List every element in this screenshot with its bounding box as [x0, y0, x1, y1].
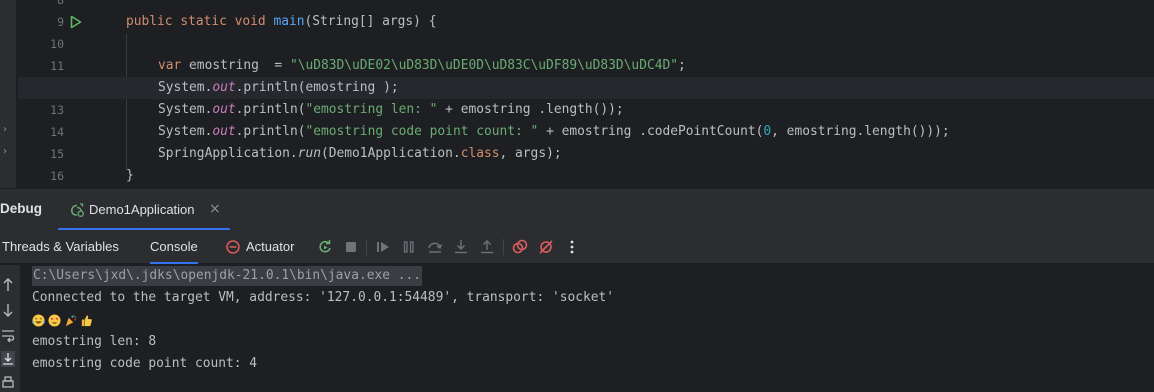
actuator-icon	[226, 240, 240, 254]
debug-tool-window-header: Debug Demo1Application ×	[0, 188, 1154, 231]
mute-breakpoints-icon[interactable]	[537, 238, 555, 256]
step-out-icon[interactable]	[478, 238, 496, 256]
heart-eyes-emoji-icon	[48, 313, 61, 327]
run-gutter-icon[interactable]	[70, 15, 82, 29]
code-line-16[interactable]: }	[126, 165, 134, 187]
toolbar-separator	[503, 239, 504, 255]
debug-toolbar: Threads & Variables Console Actuator	[0, 230, 1154, 264]
code-line-15[interactable]: SpringApplication.run(Demo1Application.c…	[158, 143, 562, 165]
stop-icon[interactable]	[342, 238, 360, 256]
scroll-to-end-icon[interactable]	[1, 351, 15, 367]
pause-icon[interactable]	[400, 238, 418, 256]
close-icon[interactable]: ×	[209, 201, 221, 217]
step-into-icon[interactable]	[452, 238, 470, 256]
console-line-connected: Connected to the target VM, address: '12…	[32, 290, 615, 305]
print-icon[interactable]	[1, 376, 15, 392]
party-popper-emoji-icon	[65, 314, 77, 326]
code-line-12-current[interactable]: System.out.println(emostring );	[18, 77, 1154, 99]
soft-wrap-icon[interactable]	[1, 327, 15, 343]
thumbs-up-emoji-icon	[81, 314, 92, 326]
tab-actuator[interactable]: Actuator	[246, 230, 294, 264]
line-number: 8	[57, 0, 64, 7]
tab-console[interactable]: Console	[150, 230, 198, 264]
console-side-toolbar	[0, 265, 20, 392]
arrow-up-icon[interactable]	[1, 277, 15, 293]
tab-threads-variables[interactable]: Threads & Variables	[2, 230, 119, 264]
code-line-13[interactable]: System.out.println("emostring len: " + e…	[158, 99, 624, 121]
console-command-line[interactable]: C:\Users\jxd\.jdks\openjdk-21.0.1\bin\ja…	[32, 266, 423, 286]
toolbar-separator	[366, 239, 367, 255]
code-line-11[interactable]: var emostring = "\uD83D\uDE02\uD83D\uDE0…	[158, 55, 686, 77]
line-number: 14	[50, 125, 64, 139]
console-line-emoji-output	[32, 309, 93, 331]
rerun-icon[interactable]	[316, 238, 334, 256]
spring-debug-icon	[71, 203, 84, 217]
indent-guide	[126, 34, 127, 170]
code-line-9[interactable]: public static void main(String[] args) {	[126, 11, 436, 33]
tears-of-joy-emoji-icon	[32, 313, 45, 327]
debug-title: Debug	[0, 201, 42, 216]
line-number: 11	[50, 59, 64, 73]
line-number: 10	[50, 37, 64, 51]
code-line-14[interactable]: System.out.println("emostring code point…	[158, 121, 950, 143]
line-number: 15	[50, 147, 64, 161]
session-tab-label: Demo1Application	[89, 202, 195, 217]
step-over-icon[interactable]	[426, 238, 444, 256]
more-options-icon[interactable]	[563, 238, 581, 256]
line-number: 16	[50, 169, 64, 183]
console-line-code-point-count: emostring code point count: 4	[32, 356, 258, 371]
expand-chevron-icon[interactable]: ›	[3, 124, 7, 135]
left-tool-strip: › ›	[0, 0, 16, 188]
session-tab-demo1application[interactable]: Demo1Application ×	[58, 189, 230, 231]
console-line-len: emostring len: 8	[32, 334, 157, 349]
console-output[interactable]: C:\Users\jxd\.jdks\openjdk-21.0.1\bin\ja…	[20, 265, 1154, 392]
line-number: 13	[50, 103, 64, 117]
code-editor[interactable]: › › 8 9 10 11 12 13 14 15 16 public stat…	[0, 0, 1154, 188]
resume-icon[interactable]	[374, 238, 392, 256]
arrow-down-icon[interactable]	[1, 302, 15, 318]
expand-chevron-icon[interactable]: ›	[3, 146, 7, 157]
view-breakpoints-icon[interactable]	[511, 238, 529, 256]
line-number: 9	[57, 15, 64, 29]
